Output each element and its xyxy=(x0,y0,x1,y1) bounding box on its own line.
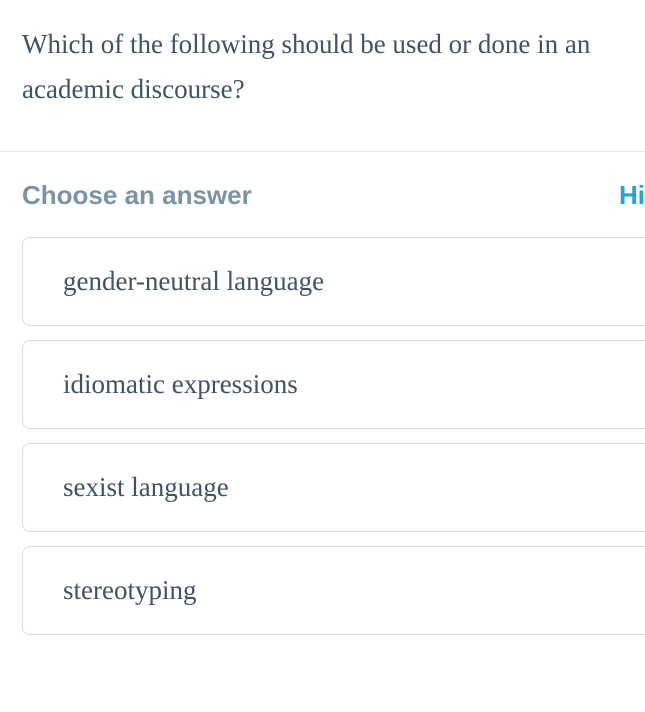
answer-option-text: stereotyping xyxy=(63,575,196,605)
answer-option[interactable]: gender-neutral language xyxy=(22,237,645,326)
answer-section: Choose an answer Hi gender-neutral langu… xyxy=(0,152,645,635)
answer-header: Choose an answer Hi xyxy=(22,180,645,211)
question-section: Which of the following should be used or… xyxy=(0,0,645,152)
answer-option[interactable]: sexist language xyxy=(22,443,645,532)
answer-option[interactable]: idiomatic expressions xyxy=(22,340,645,429)
hint-link[interactable]: Hi xyxy=(619,180,645,211)
answer-option[interactable]: stereotyping xyxy=(22,546,645,635)
question-text: Which of the following should be used or… xyxy=(22,22,623,111)
answer-options-list: gender-neutral language idiomatic expres… xyxy=(22,237,645,635)
choose-answer-label: Choose an answer xyxy=(22,180,252,211)
answer-option-text: idiomatic expressions xyxy=(63,369,298,399)
answer-option-text: sexist language xyxy=(63,472,229,502)
answer-option-text: gender-neutral language xyxy=(63,266,324,296)
